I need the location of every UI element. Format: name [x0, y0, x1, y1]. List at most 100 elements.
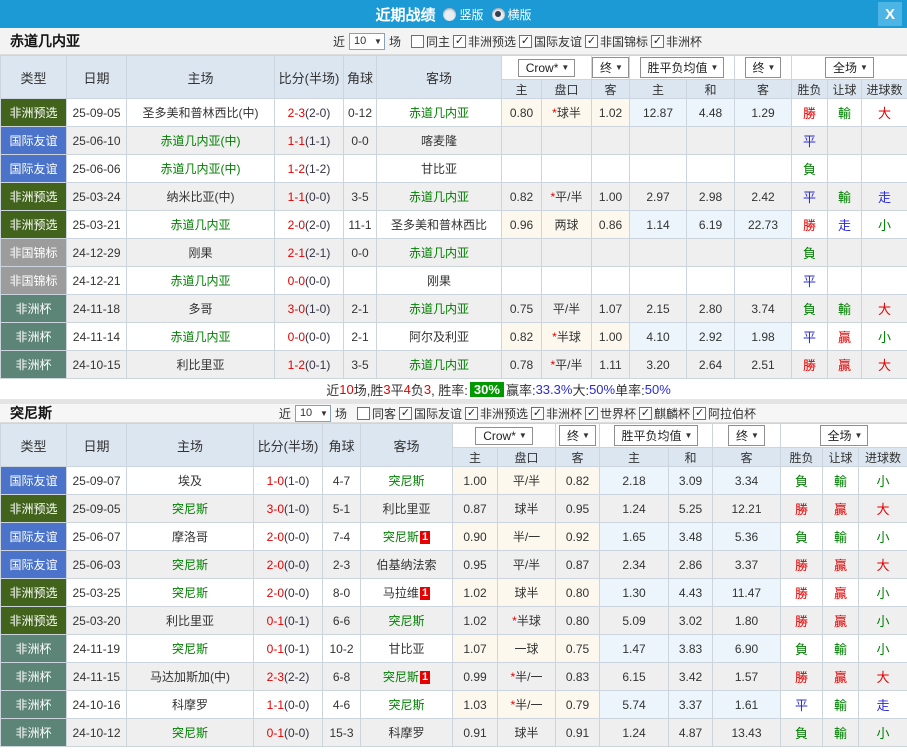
handicap-odds: 1.00 — [452, 466, 498, 495]
corner-count: 6-8 — [322, 662, 361, 691]
subcol-goals-result: 进球数 — [860, 79, 907, 99]
filter-checkbox[interactable]: ✓ 非洲预选 — [452, 33, 516, 50]
match-row: 非洲预选 25-03-20 利比里亚 0-1(0-1) 6-6 突尼斯 1.02 *半球 0.8… — [0, 606, 907, 635]
match-date: 25-06-06 — [66, 154, 127, 183]
mean-odds — [734, 266, 792, 295]
filter-checkbox[interactable]: ✓ 阿拉伯杯 — [693, 405, 756, 422]
recent-count-select[interactable]: 10 ▼ — [294, 404, 331, 422]
filter-checkbox[interactable]: ✓ 非国锦标 — [585, 33, 648, 50]
corner-count: 2-1 — [343, 322, 377, 351]
checkbox-checked-icon: ✓ — [651, 34, 665, 48]
handicap-line: *半/一 — [497, 690, 556, 719]
summary-text: 平 — [390, 382, 404, 398]
corner-count: 2-1 — [343, 294, 377, 323]
mean-odds: 2.51 — [734, 350, 792, 379]
handicap-odds — [501, 266, 542, 295]
handicap-line: 半/一 — [497, 522, 556, 551]
filter-checkbox[interactable]: ✓ 国际友谊 — [519, 33, 582, 50]
subcol-handicap-result: 让球 — [827, 79, 862, 99]
mean-odds — [686, 154, 735, 183]
subcol-odds-home: 主 — [501, 79, 542, 99]
handicap-odds: 0.75 — [501, 294, 542, 323]
match-row: 非洲预选 25-09-05 圣多美和普林西比(中) 2-3(2-0) 0-12 赤道几内亚… — [0, 98, 907, 127]
handicap-line: 两球 — [541, 210, 592, 239]
filter-checkbox[interactable]: ✓ 非洲预选 — [464, 405, 528, 422]
checkbox-unchecked-icon — [410, 34, 424, 48]
filter-checkbox[interactable]: ✓ 世界杯 — [585, 405, 636, 422]
filter-checkbox-label: 世界杯 — [600, 406, 637, 421]
mean-odds-dropdown[interactable]: 胜平负均值 ▼ — [613, 425, 699, 446]
filter-checkbox[interactable]: ✓ 国际友谊 — [398, 405, 462, 422]
away-team: 突尼斯 1 — [360, 522, 453, 551]
near-label: 近 — [332, 34, 345, 49]
handicap-odds — [591, 154, 630, 183]
filter-checkbox-label: 阿拉伯杯 — [708, 406, 757, 421]
subcol-odds-away: 客 — [591, 79, 630, 99]
mean-odds: 22.73 — [734, 210, 792, 239]
handicap-odds: 1.02 — [452, 606, 498, 635]
goals-result — [860, 266, 907, 295]
chevron-down-icon: ▼ — [860, 63, 868, 72]
competition-type: 非洲预选 — [0, 606, 67, 635]
handicap-result — [827, 266, 862, 295]
score: 2-0(0-0) — [253, 578, 323, 607]
mean-odds-dropdown[interactable]: 胜平负均值 ▼ — [639, 57, 725, 78]
chevron-down-icon: ▼ — [751, 431, 759, 440]
scope-dropdown[interactable]: 全场 ▼ — [819, 425, 869, 446]
red-card-badge: 1 — [419, 531, 431, 544]
filter-checkbox[interactable]: 同主 — [410, 33, 450, 50]
handicap-line: *半球 — [497, 606, 556, 635]
match-result: 負 — [780, 718, 823, 747]
final-mean-dropdown[interactable]: 终 ▼ — [728, 425, 765, 446]
away-team: 赤道几内亚 — [376, 294, 502, 323]
away-team: 突尼斯 1 — [360, 662, 453, 691]
match-row: 国际友谊 25-06-03 突尼斯 2-0(0-0) 2-3 伯基纳法索 0.95 平/半 0.… — [0, 550, 907, 579]
filter-checkbox-label: 非洲预选 — [479, 406, 528, 421]
checkbox-checked-icon: ✓ — [585, 34, 599, 48]
scope-dropdown[interactable]: 全场 ▼ — [825, 57, 874, 78]
handicap-odds: 1.07 — [591, 294, 630, 323]
goals-result: 小 — [860, 210, 907, 239]
radio-horizontal-layout[interactable]: 横版 — [491, 6, 532, 23]
odds-company-dropdown[interactable]: Crow* ▼ — [517, 58, 576, 77]
score: 0-0(0-0) — [274, 322, 344, 351]
score: 1-0(1-0) — [253, 466, 323, 495]
match-result: 勝 — [791, 210, 828, 239]
close-button[interactable]: X — [878, 2, 902, 26]
filter-checkbox[interactable]: 同客 — [356, 405, 396, 422]
score: 1-2(0-1) — [274, 350, 344, 379]
radio-vertical-layout[interactable]: 竖版 — [443, 6, 484, 23]
filter-checkbox[interactable]: ✓ 非洲杯 — [651, 33, 702, 50]
games-label: 场 — [388, 34, 401, 49]
col-home: 主场 — [126, 55, 275, 99]
recent-count-select[interactable]: 10 ▼ — [348, 32, 385, 50]
col-type: 类型 — [0, 55, 67, 99]
subcol-result: 胜负 — [791, 79, 828, 99]
recent-results-panel: 近期战绩 竖版 横版 X 赤道几内亚 近 10 ▼ 场 同主 ✓ 非洲预选 ✓ 国际友谊… — [0, 0, 907, 752]
competition-type: 非洲预选 — [0, 182, 67, 211]
competition-type: 非洲杯 — [0, 662, 67, 691]
mean-odds: 4.10 — [629, 322, 687, 351]
filter-checkbox[interactable]: ✓ 麒麟杯 — [639, 405, 690, 422]
match-result: 勝 — [780, 550, 823, 579]
match-date: 25-06-03 — [66, 550, 127, 579]
odds-company-dropdown[interactable]: Crow* ▼ — [475, 426, 533, 445]
final-odds-dropdown[interactable]: 终 ▼ — [592, 57, 629, 78]
handicap-line: 一球 — [497, 634, 556, 663]
goals-result — [860, 154, 907, 183]
match-row: 非洲杯 24-11-14 赤道几内亚 0-0(0-0) 2-1 阿尔及利亚 0.82 *半球 1… — [0, 322, 907, 351]
handicap-result: 贏 — [822, 550, 859, 579]
home-team: 突尼斯 — [126, 634, 254, 663]
match-row: 非洲杯 24-10-16 科摩罗 1-1(0-0) 4-6 突尼斯 1.03 *半/一 0.79… — [0, 690, 907, 719]
filter-checkbox[interactable]: ✓ 非洲杯 — [531, 405, 582, 422]
final-mean-dropdown[interactable]: 终 ▼ — [744, 57, 782, 78]
final-odds-dropdown[interactable]: 终 ▼ — [559, 425, 596, 446]
handicap-result: 輸 — [827, 98, 862, 127]
corner-count: 7-4 — [322, 522, 361, 551]
match-result: 平 — [791, 182, 828, 211]
corner-count: 5-1 — [322, 494, 361, 523]
away-team: 赤道几内亚 — [376, 350, 502, 379]
match-table-equatorial-guinea: 类型 日期 主场 比分(半场) 角球 客场 Crow* ▼ 终 ▼ 胜平负均值 ▼ 终… — [0, 55, 907, 379]
handicap-odds — [501, 154, 542, 183]
titlebar: 近期战绩 竖版 横版 X — [0, 0, 907, 28]
